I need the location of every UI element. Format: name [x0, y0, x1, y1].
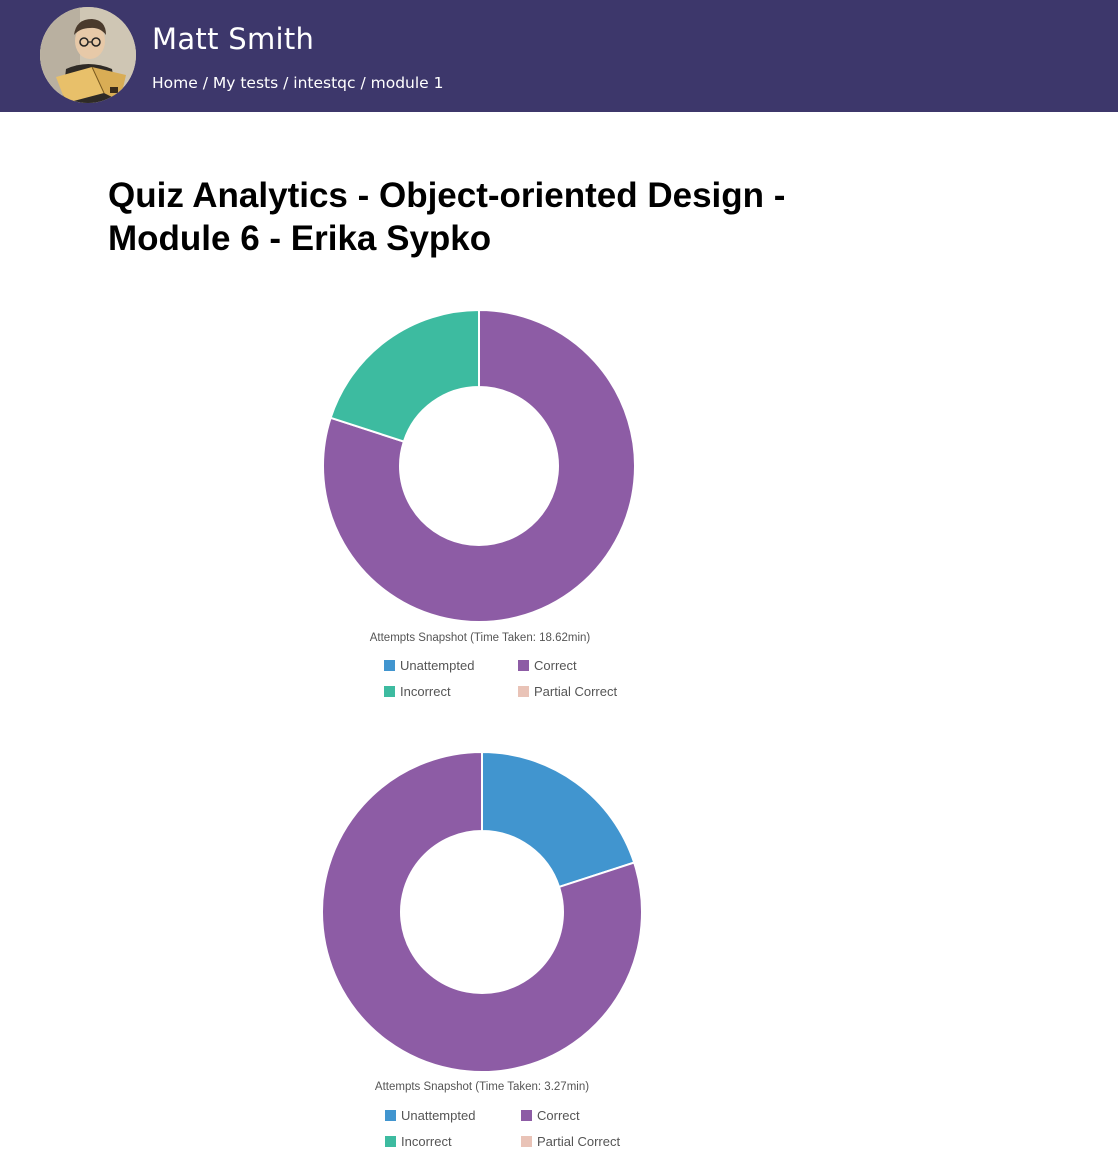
breadcrumb: Home / My tests / intestqc / module 1: [152, 74, 444, 92]
legend-label: Unattempted: [400, 658, 475, 673]
top-header-bar: Matt Smith Home / My tests / intestqc / …: [0, 0, 1118, 112]
user-name: Matt Smith: [152, 22, 315, 56]
legend-item-incorrect[interactable]: Incorrect: [385, 1134, 452, 1149]
legend-label: Partial Correct: [537, 1134, 621, 1149]
avatar-image: [40, 7, 136, 103]
page-title: Quiz Analytics - Object-oriented Design …: [108, 176, 786, 258]
attempts-snapshot-chart-2: Attempts Snapshot (Time Taken: 3.27min) …: [262, 742, 702, 1152]
chart-caption: Attempts Snapshot (Time Taken: 3.27min): [374, 1081, 590, 1093]
attempts-snapshot-chart-1: Attempts Snapshot (Time Taken: 18.62min)…: [260, 300, 700, 710]
legend-swatch-correct: [521, 1110, 532, 1121]
avatar[interactable]: [40, 7, 136, 103]
legend-item-correct[interactable]: Correct: [521, 1108, 580, 1123]
legend-swatch-unattempted: [384, 660, 395, 671]
legend-label: Partial Correct: [534, 684, 618, 699]
legend-label: Unattempted: [401, 1108, 476, 1123]
legend-swatch-correct: [518, 660, 529, 671]
donut-slice-incorrect[interactable]: [329, 308, 480, 443]
breadcrumb-home-link[interactable]: Home: [152, 74, 198, 92]
legend-label: Correct: [537, 1108, 580, 1123]
donut-chart-1: [322, 308, 636, 623]
legend-swatch-unattempted: [385, 1110, 396, 1121]
legend-label: Incorrect: [401, 1134, 452, 1149]
legend-item-incorrect[interactable]: Incorrect: [384, 684, 451, 699]
legend-swatch-incorrect: [385, 1136, 396, 1147]
legend-item-unattempted[interactable]: Unattempted: [385, 1108, 475, 1123]
legend-item-partial-correct[interactable]: Partial Correct: [521, 1134, 620, 1149]
chart-legend: Unattempted Correct Incorrect Partial Co…: [384, 658, 644, 708]
donut-chart-2: [321, 750, 643, 1073]
donut-slice-unattempted[interactable]: [481, 750, 636, 889]
legend-label: Incorrect: [400, 684, 451, 699]
breadcrumb-module-link[interactable]: module 1: [371, 74, 444, 92]
breadcrumb-separator: /: [355, 74, 371, 92]
chart-legend: Unattempted Correct Incorrect Partial Co…: [385, 1108, 645, 1158]
legend-label: Correct: [534, 658, 577, 673]
legend-item-partial-correct[interactable]: Partial Correct: [518, 684, 617, 699]
legend-swatch-incorrect: [384, 686, 395, 697]
breadcrumb-intestqc-link[interactable]: intestqc: [293, 74, 355, 92]
legend-swatch-partial-correct: [521, 1136, 532, 1147]
legend-item-correct[interactable]: Correct: [518, 658, 577, 673]
chart-caption: Attempts Snapshot (Time Taken: 18.62min): [369, 632, 591, 644]
breadcrumb-my-tests-link[interactable]: My tests: [213, 74, 278, 92]
breadcrumb-separator: /: [197, 74, 213, 92]
breadcrumb-separator: /: [278, 74, 294, 92]
legend-swatch-partial-correct: [518, 686, 529, 697]
legend-item-unattempted[interactable]: Unattempted: [384, 658, 474, 673]
